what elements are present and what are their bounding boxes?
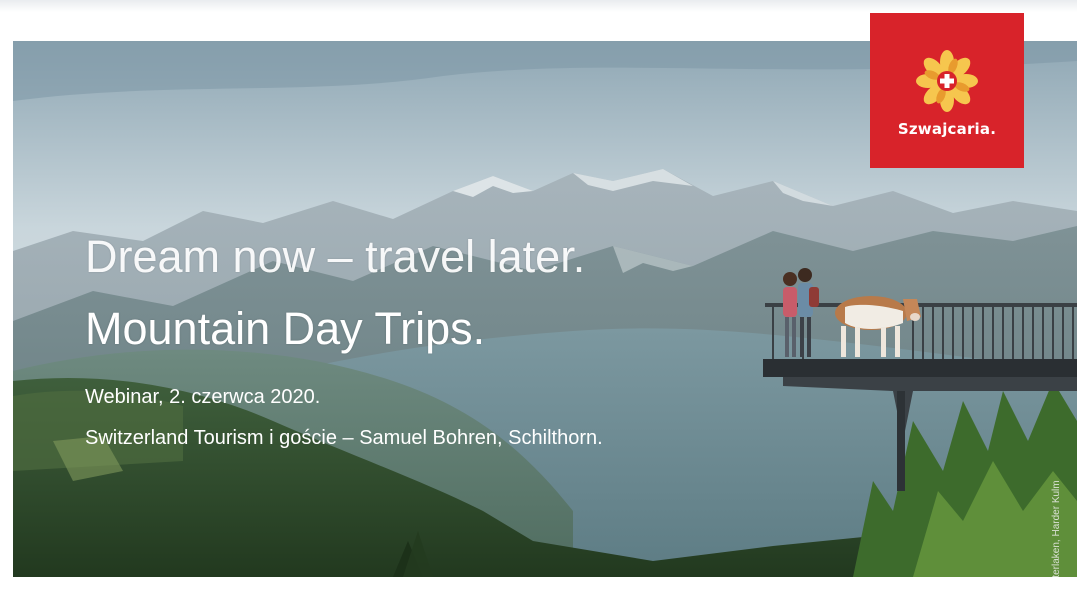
photo-credit: Interlaken, Harder Kulm: [1051, 480, 1062, 577]
logo-label: Szwajcaria.: [897, 120, 997, 138]
slide-subtitle-line-1: Webinar, 2. czerwca 2020.: [85, 386, 321, 408]
slide-title-line-2: Mountain Day Trips.: [85, 303, 486, 354]
edelweiss-swiss-cross-icon: [916, 50, 978, 112]
slide-title-line-1: Dream now – travel later.: [85, 231, 586, 282]
slide-subtitle-line-2: Switzerland Tourism i goście – Samuel Bo…: [85, 427, 603, 449]
top-strip: [0, 0, 1077, 12]
switzerland-tourism-logo: Szwajcaria.: [870, 13, 1024, 168]
